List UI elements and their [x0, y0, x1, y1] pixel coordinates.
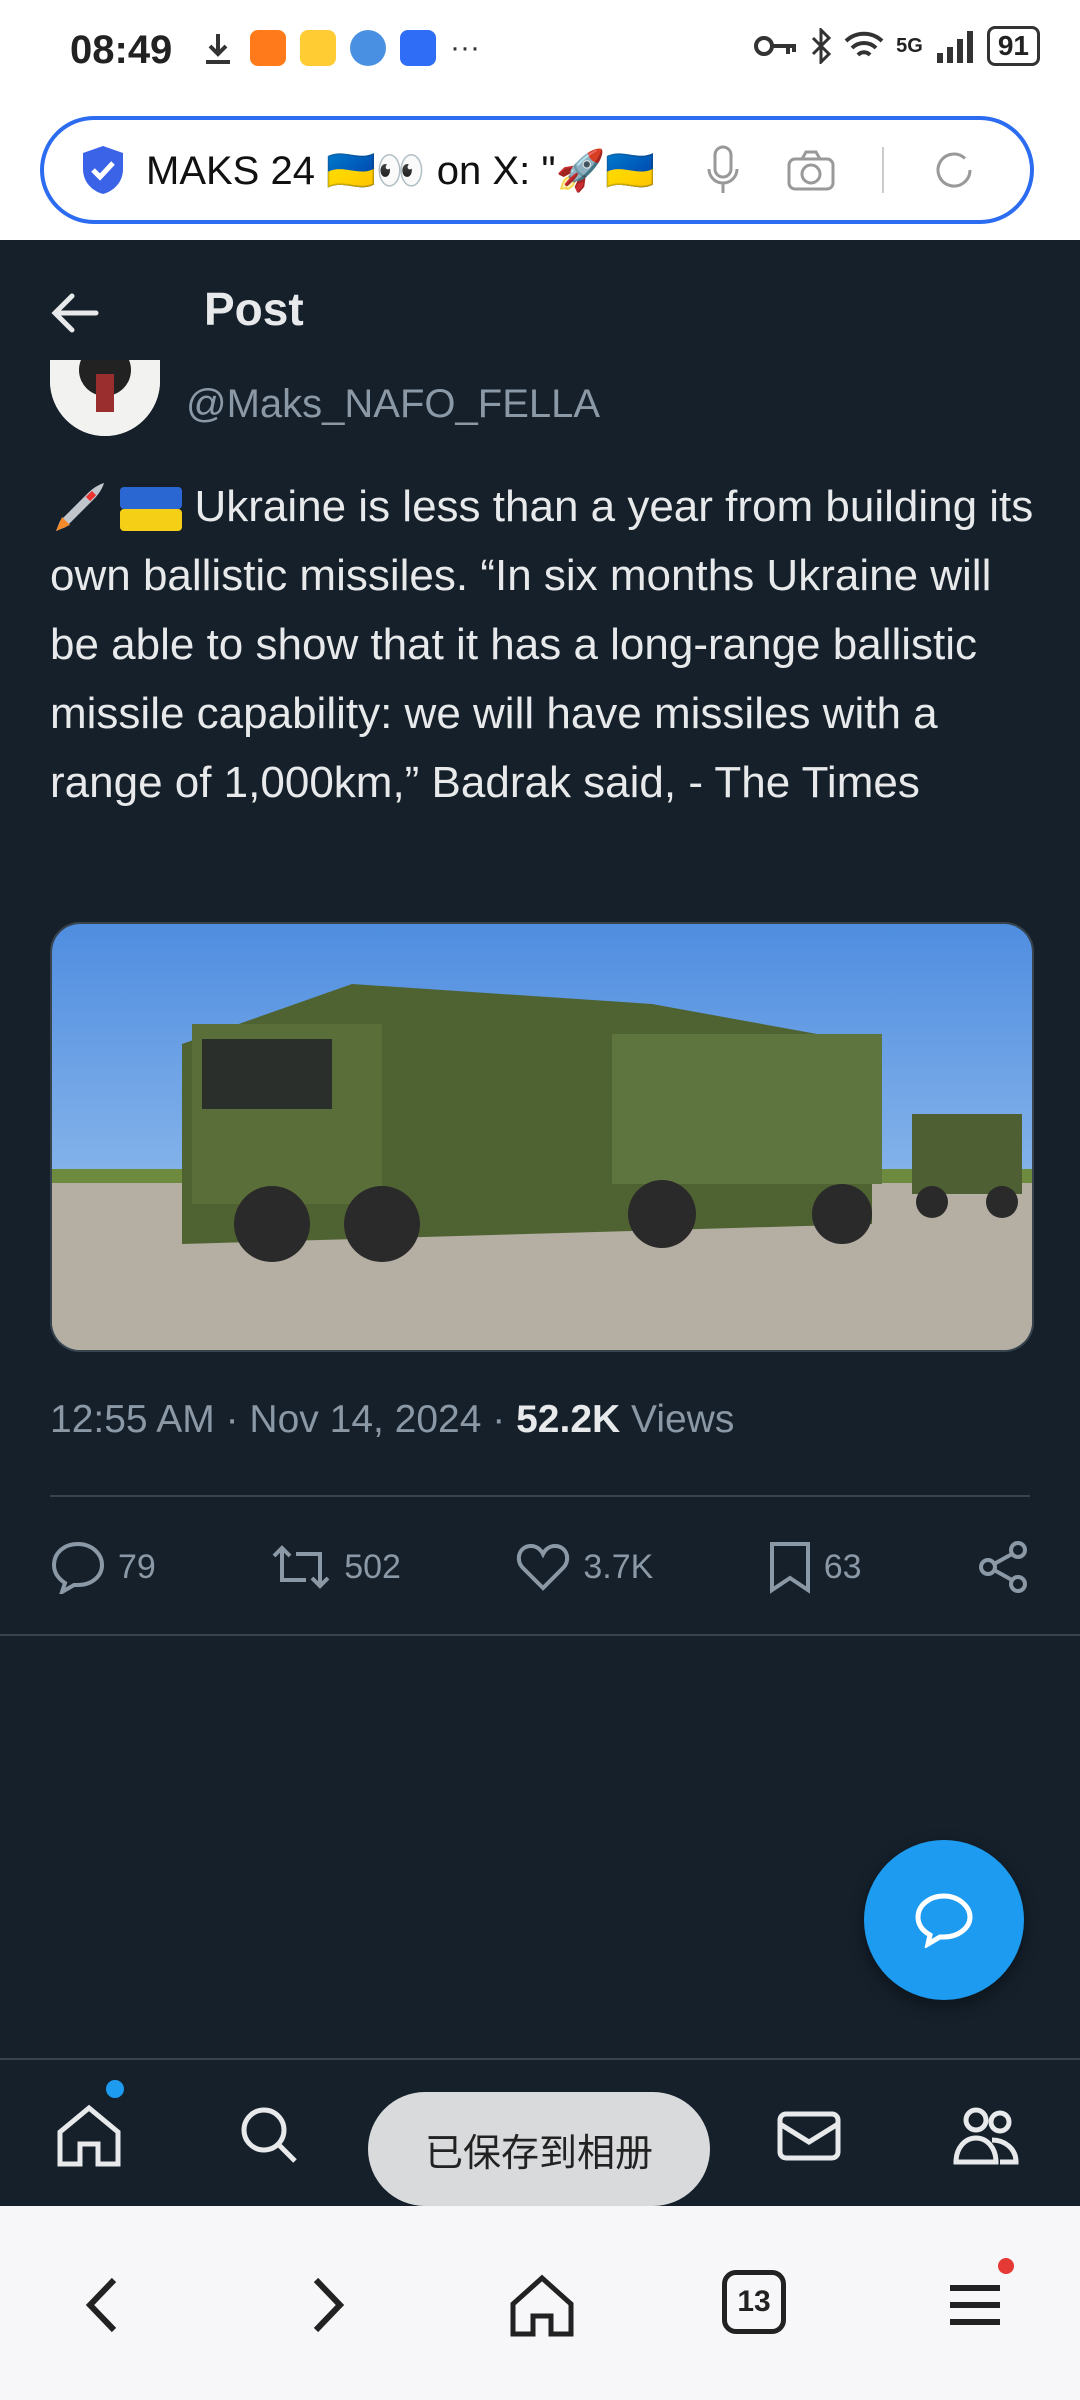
post-text: Ukraine is less than a year from buildin… — [50, 472, 1040, 817]
battery-indicator: 91 — [986, 26, 1040, 66]
home-icon[interactable] — [54, 2100, 124, 2170]
browser-forward-icon[interactable] — [290, 2270, 360, 2340]
signal-icon — [936, 31, 973, 63]
reply-bubble-icon — [915, 1893, 973, 1948]
saved-toast: 已保存到相册 — [368, 2092, 710, 2206]
network-type: 5G — [896, 34, 923, 57]
messages-icon[interactable] — [774, 2100, 844, 2170]
repost-count: 502 — [344, 1547, 401, 1586]
post-actions: 79 502 3.7K 63 — [50, 1532, 1030, 1602]
share-icon — [978, 1541, 1027, 1593]
address-bar[interactable]: MAKS 24 🇺🇦👀 on X: "🚀🇺🇦 — [40, 116, 1034, 224]
microphone-icon[interactable] — [706, 145, 740, 195]
avatar[interactable] — [50, 360, 160, 436]
home-notification-dot — [106, 2080, 124, 2098]
app-icon-planet — [350, 30, 386, 66]
browser-back-icon[interactable] — [70, 2270, 140, 2340]
heart-icon — [517, 1543, 570, 1591]
bookmark-count: 63 — [823, 1547, 862, 1586]
views-label: Views — [620, 1398, 735, 1441]
key-icon — [754, 36, 797, 56]
rocket-emoji-icon — [56, 483, 104, 532]
download-icon — [206, 34, 230, 64]
system-icons: 5G 91 — [754, 26, 1040, 66]
post-image[interactable] — [50, 922, 1034, 1352]
reply-icon — [51, 1541, 105, 1594]
post-body: Ukraine is less than a year from buildin… — [50, 482, 1034, 807]
author-handle[interactable]: @Maks_NAFO_FELLA — [186, 382, 600, 427]
browser-menu-icon[interactable] — [940, 2270, 1010, 2340]
wifi-icon — [844, 31, 884, 57]
page-title-url[interactable]: MAKS 24 🇺🇦👀 on X: "🚀🇺🇦 — [146, 147, 676, 194]
security-shield-icon — [83, 146, 123, 194]
view-count: 52.2K — [516, 1398, 621, 1441]
back-arrow-icon[interactable] — [48, 286, 102, 340]
avatar-image — [50, 360, 160, 436]
post-metadata: 12:55 AM · Nov 14, 2024 · 52.2K Views — [50, 1398, 734, 1442]
app-icon-video — [250, 30, 286, 66]
repost-icon — [272, 1545, 330, 1589]
bookmark-button[interactable]: 63 — [768, 1540, 862, 1594]
notification-icons: ··· — [200, 30, 480, 66]
divider — [50, 1495, 1030, 1497]
communities-icon[interactable] — [952, 2100, 1022, 2170]
post-timestamp: 12:55 AM · Nov 14, 2024 · — [50, 1398, 517, 1441]
compose-reply-button[interactable] — [864, 1840, 1024, 2000]
browser-nav-bar: 13 — [0, 2206, 1080, 2400]
status-time: 08:49 — [70, 28, 173, 72]
divider — [0, 1634, 1080, 1636]
tabs-count-button[interactable]: 13 — [722, 2270, 786, 2334]
browser-home-icon[interactable] — [507, 2270, 577, 2340]
bluetooth-icon — [812, 28, 832, 64]
like-count: 3.7K — [583, 1547, 654, 1586]
reply-count: 79 — [118, 1547, 156, 1586]
page-title: Post — [204, 283, 304, 335]
search-icon[interactable] — [234, 2100, 304, 2170]
refresh-icon[interactable] — [930, 146, 978, 194]
like-button[interactable]: 3.7K — [515, 1542, 653, 1592]
repost-button[interactable]: 502 — [270, 1542, 401, 1592]
ukraine-flag-icon — [120, 487, 183, 532]
camera-icon[interactable] — [786, 149, 836, 191]
app-icon-game — [400, 30, 436, 66]
status-bar: 08:49 ··· 5G 91 — [0, 0, 1080, 110]
menu-notification-dot — [998, 2258, 1014, 2274]
divider — [882, 147, 884, 193]
share-button[interactable] — [976, 1540, 1030, 1594]
reply-button[interactable]: 79 — [50, 1540, 156, 1594]
bookmark-icon — [769, 1542, 810, 1594]
post-header: Post — [0, 240, 1080, 390]
missile-launcher-photo — [52, 924, 1032, 1350]
app-icon-weibo — [300, 30, 336, 66]
more-notifications-icon: ··· — [450, 31, 480, 64]
browser-toolbar: MAKS 24 🇺🇦👀 on X: "🚀🇺🇦 — [0, 110, 1080, 240]
